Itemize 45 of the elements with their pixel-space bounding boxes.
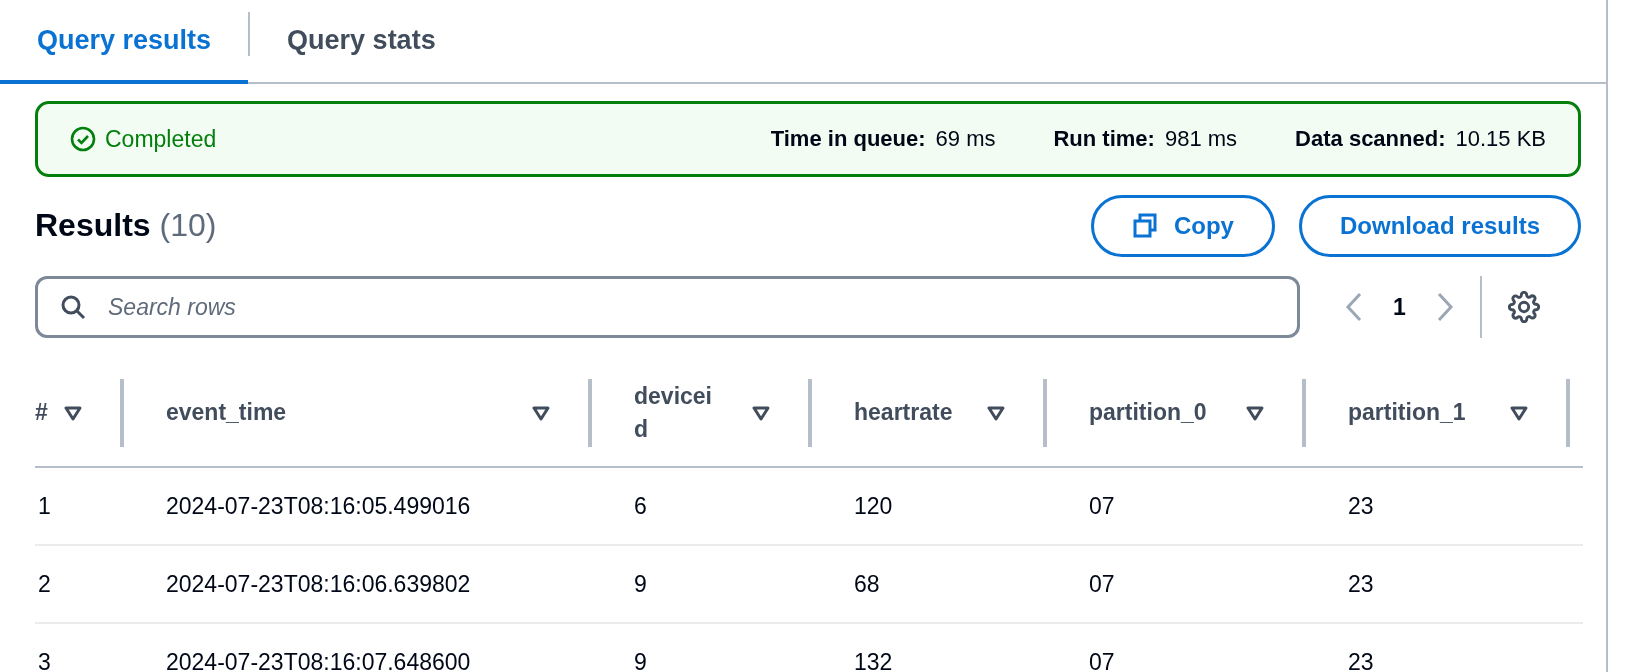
sort-icon[interactable]	[752, 405, 770, 421]
table-cell: 6	[592, 468, 812, 546]
table-cell: 2024-07-23T08:16:06.639802	[124, 546, 592, 624]
table-cell: 9	[592, 624, 812, 672]
status-metric: Run time: 981 ms	[1053, 126, 1238, 152]
sort-icon[interactable]	[1510, 405, 1528, 421]
table-cell: 2	[35, 546, 124, 624]
page-number[interactable]: 1	[1393, 293, 1406, 321]
status-label: Completed	[105, 125, 217, 153]
table-cell: 23	[1306, 546, 1570, 624]
column-header[interactable]: event_time	[166, 396, 287, 430]
table-cell: 2024-07-23T08:16:05.499016	[124, 468, 592, 546]
table-cell: 1	[35, 468, 124, 546]
copy-button[interactable]: Copy	[1090, 194, 1275, 257]
table-cell: 9	[592, 546, 812, 624]
tab[interactable]: Query results	[0, 0, 249, 84]
settings-icon[interactable]	[1507, 291, 1540, 323]
column-header[interactable]: #	[35, 396, 48, 430]
table-cell: 07	[1047, 546, 1306, 624]
table-cell: 07	[1047, 624, 1306, 672]
check-circle-icon	[70, 126, 96, 152]
table-cell: 2024-07-23T08:16:07.648600	[124, 624, 592, 672]
table-cell: 3	[35, 624, 124, 672]
column-header[interactable]: partition_0	[1089, 396, 1207, 430]
status-metric: Data scanned: 10.15 KB	[1295, 126, 1546, 152]
sort-icon[interactable]	[1246, 405, 1264, 421]
results-heading: Results (10)	[35, 207, 217, 244]
column-header[interactable]: deviceid	[634, 379, 724, 447]
column-header[interactable]: partition_1	[1348, 396, 1466, 430]
sort-icon[interactable]	[64, 405, 82, 421]
search-icon	[60, 294, 86, 320]
sort-icon[interactable]	[987, 405, 1005, 421]
table-cell: 132	[812, 624, 1047, 672]
status-metric: Time in queue: 69 ms	[770, 126, 996, 152]
download-button[interactable]: Download results	[1298, 194, 1581, 257]
table-cell: 23	[1306, 468, 1570, 546]
table-cell: 07	[1047, 468, 1306, 546]
sort-icon[interactable]	[532, 405, 550, 421]
table-cell: 68	[812, 546, 1047, 624]
table-cell: 120	[812, 468, 1047, 546]
column-header[interactable]: heartrate	[854, 396, 953, 430]
search-field[interactable]: Search rows	[35, 276, 1300, 338]
table-cell: 23	[1306, 624, 1570, 672]
tab[interactable]: Query stats	[250, 0, 473, 84]
copy-icon	[1131, 212, 1158, 239]
